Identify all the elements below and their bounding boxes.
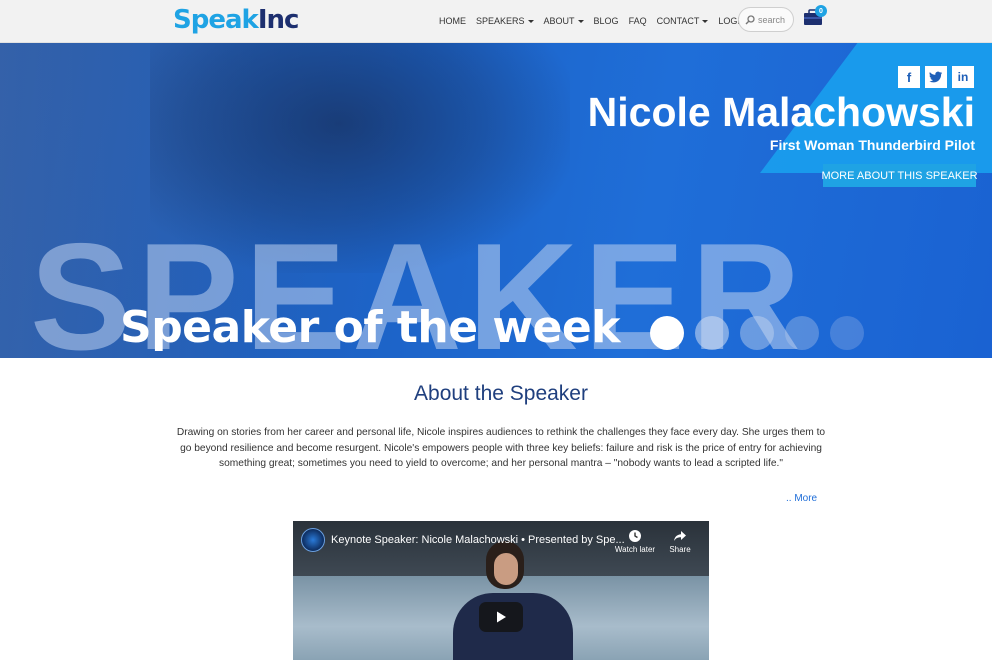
nav-item-label: ABOUT <box>543 16 575 26</box>
main-menu: HOME SPEAKERS ABOUT BLOG FAQ CONTACT LOGIN <box>439 16 765 26</box>
caret-down-icon <box>527 19 534 23</box>
more-link[interactable]: .. More <box>786 493 817 504</box>
clock-icon <box>629 530 641 542</box>
speaker-title: First Woman Thunderbird Pilot <box>769 137 975 153</box>
search-placeholder: search <box>758 14 786 25</box>
cart-count-badge: 0 <box>815 5 827 17</box>
nav-item-home[interactable]: HOME <box>439 16 466 26</box>
youtube-video-player[interactable]: Keynote Speaker: Nicole Malachowski • Pr… <box>293 521 709 660</box>
nav-item-label: BLOG <box>593 16 619 26</box>
watch-later-button[interactable]: Watch later <box>613 529 657 554</box>
top-navigation-bar: SpeakInc HOME SPEAKERS ABOUT BLOG FAQ CONTACT… <box>0 0 992 43</box>
nav-item-label: CONTACT <box>656 16 700 26</box>
about-heading: About the Speaker <box>414 382 588 405</box>
speaker-of-the-week-banner: SPEAKER Speaker of the week f in Nicole … <box>0 43 992 358</box>
play-button[interactable] <box>479 602 523 632</box>
speaker-name: Nicole Malachowski <box>587 89 975 135</box>
video-title[interactable]: Keynote Speaker: Nicole Malachowski • Pr… <box>331 534 625 546</box>
linkedin-icon[interactable]: in <box>952 66 974 88</box>
twitter-icon[interactable] <box>925 66 947 88</box>
nav-item-label: SPEAKERS <box>476 16 525 26</box>
more-about-speaker-button[interactable]: MORE ABOUT THIS SPEAKER <box>821 164 978 187</box>
carousel-dot[interactable] <box>650 316 684 350</box>
nav-item-blog[interactable]: BLOG <box>594 16 619 26</box>
play-icon <box>497 611 506 623</box>
logo-part-inc: Inc <box>257 5 300 35</box>
channel-avatar-icon[interactable] <box>301 528 325 552</box>
logo-part-speak: Speak <box>173 5 259 35</box>
about-description: Drawing on stories from her career and p… <box>176 427 826 469</box>
carousel-dots <box>650 316 875 350</box>
share-arrow-icon <box>674 531 686 541</box>
nav-item-about[interactable]: ABOUT <box>544 16 584 26</box>
facebook-icon[interactable]: f <box>898 66 920 88</box>
nav-item-contact[interactable]: CONTACT <box>657 16 709 26</box>
nav-item-speakers[interactable]: SPEAKERS <box>476 16 534 26</box>
speakinc-logo[interactable]: SpeakInc <box>173 5 300 35</box>
share-label: Share <box>669 545 691 554</box>
nav-item-label: HOME <box>439 16 466 26</box>
caret-down-icon <box>702 19 709 23</box>
carousel-dot[interactable] <box>695 316 729 350</box>
caret-down-icon <box>577 19 584 23</box>
watch-later-label: Watch later <box>614 545 656 554</box>
carousel-dot[interactable] <box>830 316 864 350</box>
search-icon <box>745 14 755 24</box>
nav-item-label: FAQ <box>628 16 647 26</box>
search-box[interactable]: search <box>738 7 794 32</box>
speaker-of-the-week-heading: Speaker of the week <box>120 302 620 353</box>
carousel-dot[interactable] <box>785 316 819 350</box>
share-button[interactable]: Share <box>665 529 695 554</box>
nav-item-faq[interactable]: FAQ <box>629 16 647 26</box>
carousel-dot[interactable] <box>740 316 774 350</box>
video-speaker-face <box>494 553 518 585</box>
